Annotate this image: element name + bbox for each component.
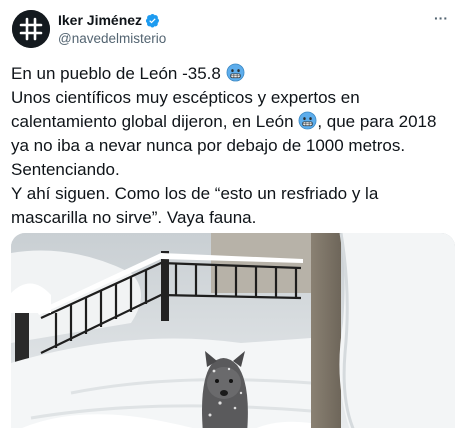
tweet-line: calentamiento global dijeron, en León — [11, 112, 294, 131]
tweet-line: Sentenciando. — [11, 160, 120, 179]
author-display-name[interactable]: Iker Jiménez — [58, 12, 142, 28]
tweet-text: En un pueblo de León -35.8 Unos científi… — [11, 62, 451, 230]
tweet-line: En un pueblo de León -35.8 — [11, 64, 221, 83]
tweet-media-photo[interactable] — [11, 233, 455, 428]
tweet-line: mascarilla no sirve”. Vaya fauna. — [11, 208, 257, 227]
tweet-line: Unos científicos muy escépticos y expert… — [11, 88, 360, 107]
tweet-line: , que para 2018 — [317, 112, 437, 131]
verified-badge-icon — [145, 13, 160, 28]
author-name-row[interactable]: Iker Jiménez — [58, 12, 160, 28]
hashtag-grid-icon — [12, 10, 50, 48]
freezing-face-emoji-icon — [226, 63, 245, 82]
tweet-line: ya no iba a nevar nunca por debajo de 10… — [11, 136, 406, 155]
freezing-face-emoji-icon — [298, 111, 317, 130]
author-handle[interactable]: @navedelmisterio — [58, 31, 166, 46]
avatar[interactable] — [12, 10, 50, 48]
tweet-card[interactable]: Iker Jiménez @navedelmisterio ··· En un … — [0, 0, 456, 428]
tweet-line: Y ahí siguen. Como los de “esto un resfr… — [11, 184, 379, 203]
more-options-icon[interactable]: ··· — [434, 11, 448, 25]
snowy-stairs-dog-photo — [11, 233, 455, 428]
